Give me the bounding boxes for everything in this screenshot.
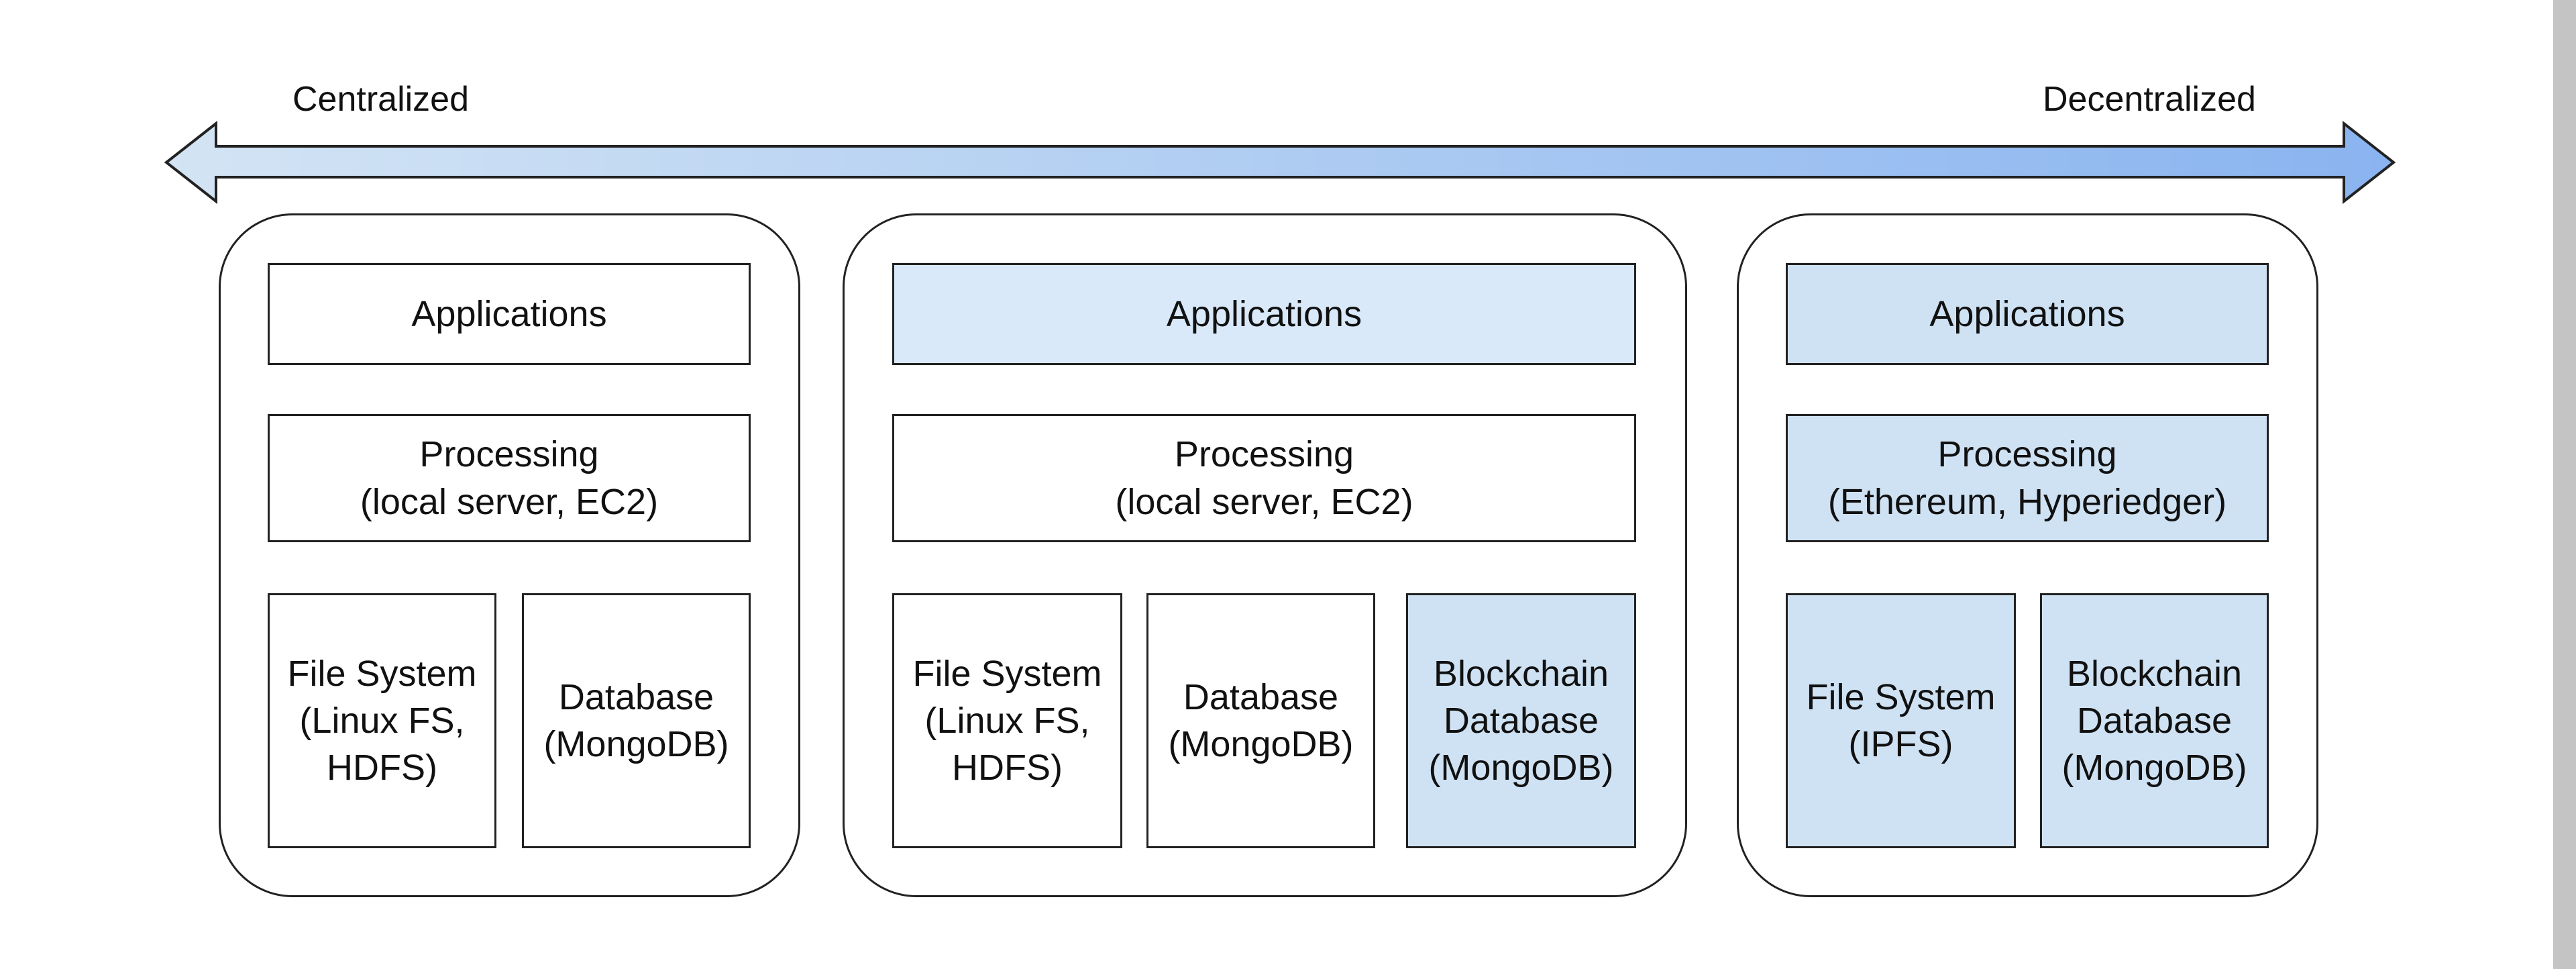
applications-box: Applications xyxy=(892,263,1636,365)
processing-box: Processing (Ethereum, Hyperiedger) xyxy=(1786,414,2269,542)
double-arrow xyxy=(164,120,2396,205)
blockchain-database-box: Blockchain Database (MongoDB) xyxy=(2040,593,2269,848)
centralized-label: Centralized xyxy=(292,80,470,119)
processing-box: Processing (local server, EC2) xyxy=(268,414,751,542)
processing-box: Processing (local server, EC2) xyxy=(892,414,1636,542)
file-system-box: File System (Linux FS, HDFS) xyxy=(268,593,496,848)
file-system-box: File System (Linux FS, HDFS) xyxy=(892,593,1122,848)
file-system-box: File System (IPFS) xyxy=(1786,593,2016,848)
applications-box: Applications xyxy=(1786,263,2269,365)
database-box: Database (MongoDB) xyxy=(522,593,751,848)
scrollbar[interactable] xyxy=(2553,0,2576,969)
database-box: Database (MongoDB) xyxy=(1146,593,1375,848)
blockchain-database-box: Blockchain Database (MongoDB) xyxy=(1406,593,1636,848)
decentralized-label: Decentralized xyxy=(2043,80,2256,119)
applications-box: Applications xyxy=(268,263,751,365)
